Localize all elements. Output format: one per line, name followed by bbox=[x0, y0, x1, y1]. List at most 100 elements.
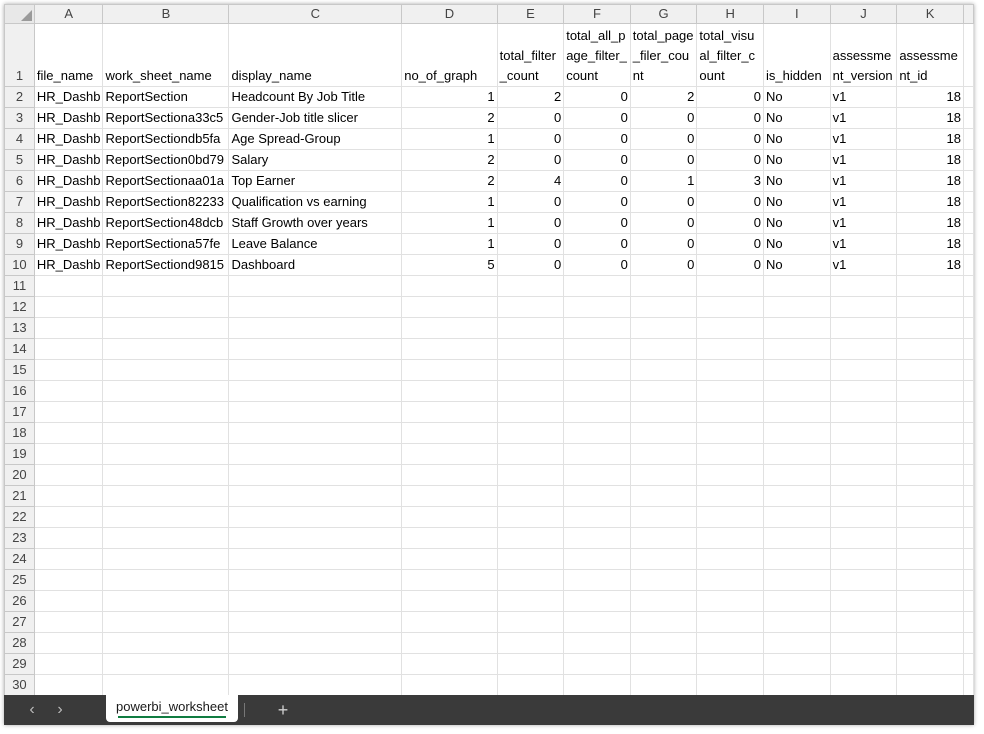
cell-b1[interactable]: work_sheet_name bbox=[102, 23, 230, 87]
cell-a12[interactable] bbox=[33, 296, 104, 318]
cell-b26[interactable] bbox=[102, 590, 230, 612]
cell-f13[interactable] bbox=[563, 317, 631, 339]
cell-h23[interactable] bbox=[696, 527, 765, 549]
cell-c25[interactable] bbox=[228, 569, 403, 591]
cell-c28[interactable] bbox=[228, 632, 403, 654]
cell-h1[interactable]: total_visual_filter_count bbox=[696, 23, 765, 87]
cell-i3[interactable]: No bbox=[763, 107, 831, 129]
row-header[interactable]: 20 bbox=[4, 464, 35, 486]
cell-d18[interactable] bbox=[401, 422, 498, 444]
cell-b7[interactable]: ReportSection82233 bbox=[102, 191, 230, 213]
cell-h8[interactable]: 0 bbox=[696, 212, 765, 234]
cell-i27[interactable] bbox=[763, 611, 831, 633]
cell-j7[interactable]: v1 bbox=[829, 191, 898, 213]
cell-k18[interactable] bbox=[896, 422, 964, 444]
cell-d10[interactable]: 5 bbox=[401, 254, 498, 276]
cell-d25[interactable] bbox=[401, 569, 498, 591]
cell-b15[interactable] bbox=[102, 359, 230, 381]
cell-a19[interactable] bbox=[33, 443, 104, 465]
cell-d30[interactable] bbox=[401, 674, 498, 696]
cell-h16[interactable] bbox=[696, 380, 765, 402]
cell-g8[interactable]: 0 bbox=[629, 212, 698, 234]
cell-a22[interactable] bbox=[33, 506, 104, 528]
cell-b16[interactable] bbox=[102, 380, 230, 402]
cell-j24[interactable] bbox=[829, 548, 898, 570]
cell-a14[interactable] bbox=[33, 338, 104, 360]
row-header[interactable]: 5 bbox=[4, 149, 35, 171]
cell-c2[interactable]: Headcount By Job Title bbox=[228, 86, 403, 108]
cell-h22[interactable] bbox=[696, 506, 765, 528]
cell-h30[interactable] bbox=[696, 674, 765, 696]
cell-e19[interactable] bbox=[496, 443, 565, 465]
cell-g9[interactable]: 0 bbox=[629, 233, 698, 255]
row-header[interactable]: 29 bbox=[4, 653, 35, 675]
cell-f18[interactable] bbox=[563, 422, 631, 444]
cell-i20[interactable] bbox=[763, 464, 831, 486]
column-header-h[interactable]: H bbox=[696, 4, 765, 24]
cell-k6[interactable]: 18 bbox=[896, 170, 964, 192]
cell-j11[interactable] bbox=[829, 275, 898, 297]
cell-c14[interactable] bbox=[228, 338, 403, 360]
cell-b11[interactable] bbox=[102, 275, 230, 297]
cell-j3[interactable]: v1 bbox=[829, 107, 898, 129]
cell-d27[interactable] bbox=[401, 611, 498, 633]
cell-e21[interactable] bbox=[496, 485, 565, 507]
cell-g30[interactable] bbox=[629, 674, 698, 696]
row-header[interactable]: 26 bbox=[4, 590, 35, 612]
cell-j30[interactable] bbox=[829, 674, 898, 696]
cell-j1[interactable]: assessment_version bbox=[829, 23, 898, 87]
cell-c10[interactable]: Dashboard bbox=[228, 254, 403, 276]
cell-h19[interactable] bbox=[696, 443, 765, 465]
cell-c13[interactable] bbox=[228, 317, 403, 339]
cell-b3[interactable]: ReportSectiona33c5 bbox=[102, 107, 230, 129]
cell-a8[interactable]: HR_Dashb bbox=[33, 212, 104, 234]
cell-g13[interactable] bbox=[629, 317, 698, 339]
cell-a11[interactable] bbox=[33, 275, 104, 297]
row-header[interactable]: 15 bbox=[4, 359, 35, 381]
cell-f29[interactable] bbox=[563, 653, 631, 675]
cell-g18[interactable] bbox=[629, 422, 698, 444]
cell-g27[interactable] bbox=[629, 611, 698, 633]
row-header[interactable]: 12 bbox=[4, 296, 35, 318]
cell-g26[interactable] bbox=[629, 590, 698, 612]
column-header-c[interactable]: C bbox=[228, 4, 403, 24]
cell-b20[interactable] bbox=[102, 464, 230, 486]
cell-i15[interactable] bbox=[763, 359, 831, 381]
cell-d26[interactable] bbox=[401, 590, 498, 612]
cell-h5[interactable]: 0 bbox=[696, 149, 765, 171]
cell-k12[interactable] bbox=[896, 296, 964, 318]
cell-b17[interactable] bbox=[102, 401, 230, 423]
cell-e24[interactable] bbox=[496, 548, 565, 570]
cell-j13[interactable] bbox=[829, 317, 898, 339]
cell-a15[interactable] bbox=[33, 359, 104, 381]
cell-e5[interactable]: 0 bbox=[496, 149, 565, 171]
cell-i4[interactable]: No bbox=[763, 128, 831, 150]
cell-j10[interactable]: v1 bbox=[829, 254, 898, 276]
cell-k23[interactable] bbox=[896, 527, 964, 549]
cell-e2[interactable]: 2 bbox=[496, 86, 565, 108]
column-header-e[interactable]: E bbox=[496, 4, 565, 24]
cell-e29[interactable] bbox=[496, 653, 565, 675]
cell-a25[interactable] bbox=[33, 569, 104, 591]
cell-g15[interactable] bbox=[629, 359, 698, 381]
cell-e18[interactable] bbox=[496, 422, 565, 444]
cell-f14[interactable] bbox=[563, 338, 631, 360]
cell-j4[interactable]: v1 bbox=[829, 128, 898, 150]
cell-a1[interactable]: file_name bbox=[33, 23, 104, 87]
cell-i24[interactable] bbox=[763, 548, 831, 570]
cell-f16[interactable] bbox=[563, 380, 631, 402]
cell-k15[interactable] bbox=[896, 359, 964, 381]
column-header-d[interactable]: D bbox=[401, 4, 498, 24]
cell-j15[interactable] bbox=[829, 359, 898, 381]
cell-b12[interactable] bbox=[102, 296, 230, 318]
cell-e3[interactable]: 0 bbox=[496, 107, 565, 129]
column-header-b[interactable]: B bbox=[102, 4, 230, 24]
cell-j5[interactable]: v1 bbox=[829, 149, 898, 171]
cell-h20[interactable] bbox=[696, 464, 765, 486]
cell-k25[interactable] bbox=[896, 569, 964, 591]
cell-i2[interactable]: No bbox=[763, 86, 831, 108]
cell-j9[interactable]: v1 bbox=[829, 233, 898, 255]
cell-h24[interactable] bbox=[696, 548, 765, 570]
cell-g14[interactable] bbox=[629, 338, 698, 360]
cell-d21[interactable] bbox=[401, 485, 498, 507]
